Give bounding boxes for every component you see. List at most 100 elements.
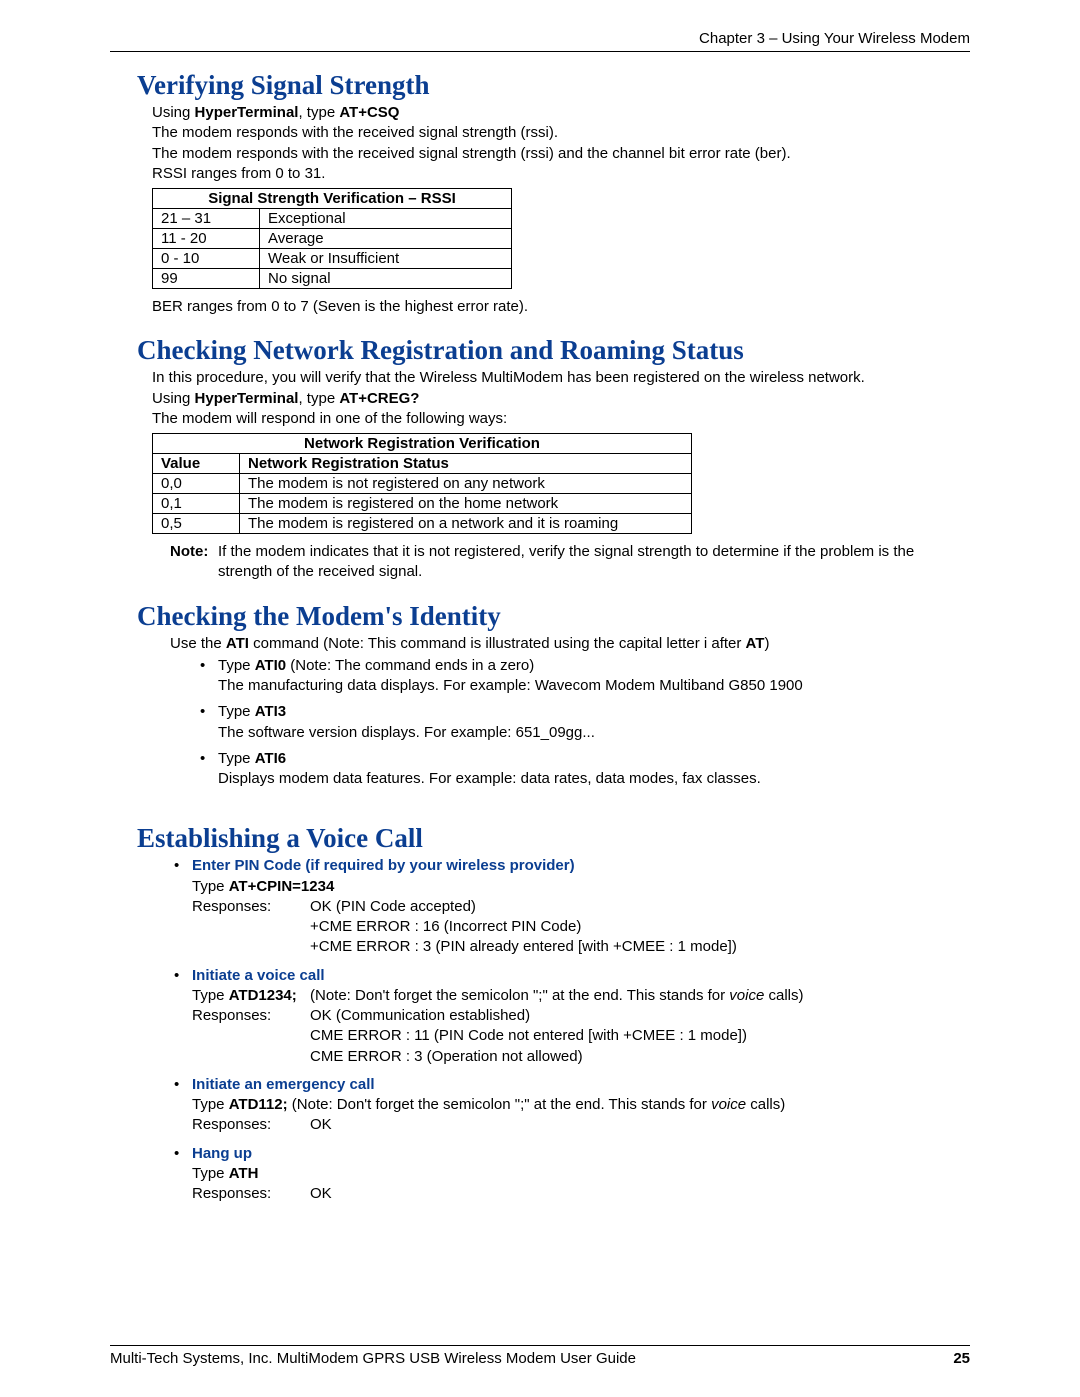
heading-network-reg: Checking Network Registration and Roamin… bbox=[137, 335, 970, 366]
cell: Weak or Insufficient bbox=[260, 249, 512, 269]
s1-p4: RSSI ranges from 0 to 31. bbox=[152, 164, 970, 184]
note-text: If the modem indicates that it is not re… bbox=[218, 542, 970, 583]
cmd: ATH bbox=[229, 1165, 259, 1182]
cmd: ATI0 bbox=[255, 657, 286, 674]
cell: No signal bbox=[260, 269, 512, 289]
resp-label: Responses: bbox=[192, 1184, 310, 1204]
cell: 0,5 bbox=[153, 514, 240, 534]
list-item-voice: Initiate a voice call Type ATD1234; (Not… bbox=[174, 966, 970, 1067]
text: (Note: The command ends in a zero) bbox=[286, 657, 534, 674]
cell: Exceptional bbox=[260, 209, 512, 229]
header-chapter: Chapter 3 – Using Your Wireless Modem bbox=[110, 30, 970, 47]
cmd: ATI3 bbox=[255, 703, 286, 720]
table-row: 0 - 10Weak or Insufficient bbox=[153, 249, 512, 269]
text: calls) bbox=[764, 987, 803, 1004]
text: calls) bbox=[746, 1096, 785, 1113]
desc: The software version displays. For examp… bbox=[218, 724, 595, 741]
heading-modem-identity: Checking the Modem's Identity bbox=[137, 601, 970, 632]
resp-line: OK (PIN Code accepted) bbox=[310, 897, 970, 917]
s2-p2c: , type bbox=[298, 390, 339, 407]
list-item-hangup: Hang up Type ATH Responses: OK bbox=[174, 1144, 970, 1205]
col-header: Network Registration Status bbox=[240, 454, 692, 474]
s2-note: Note: If the modem indicates that it is … bbox=[170, 542, 970, 583]
resp-line: OK (Communication established) bbox=[310, 1006, 970, 1026]
resp-values: OK (Communication established) CME ERROR… bbox=[310, 1006, 970, 1067]
desc: Displays modem data features. For exampl… bbox=[218, 770, 761, 787]
cell: 0,0 bbox=[153, 474, 240, 494]
col-header: Value bbox=[153, 454, 240, 474]
table-row: Value Network Registration Status bbox=[153, 454, 692, 474]
s2-paragraphs: In this procedure, you will verify that … bbox=[152, 368, 970, 429]
list-item-pin: Enter PIN Code (if required by your wire… bbox=[174, 856, 970, 957]
rssi-table: Signal Strength Verification – RSSI 21 –… bbox=[152, 188, 512, 289]
resp-line: +CME ERROR : 3 (PIN already entered [wit… bbox=[310, 937, 970, 957]
voice-sub-heading: Initiate a voice call bbox=[192, 967, 325, 984]
s2-p2d: AT+CREG? bbox=[339, 390, 419, 407]
s2-p2b: HyperTerminal bbox=[195, 390, 299, 407]
cell: 11 - 20 bbox=[153, 229, 260, 249]
voice-sub-heading: Hang up bbox=[192, 1145, 252, 1162]
resp-label: Responses: bbox=[192, 1115, 310, 1135]
resp-line: OK bbox=[310, 1115, 970, 1135]
s2-p3: The modem will respond in one of the fol… bbox=[152, 409, 970, 429]
footer-rule bbox=[110, 1345, 970, 1346]
cmd: ATI6 bbox=[255, 750, 286, 767]
heading-verify-signal: Verifying Signal Strength bbox=[137, 70, 970, 101]
list-item-emergency: Initiate an emergency call Type ATD112; … bbox=[174, 1075, 970, 1136]
text: (Note: Don't forget the semicolon ";" at… bbox=[310, 987, 729, 1004]
cell: 0,1 bbox=[153, 494, 240, 514]
voice-list: Enter PIN Code (if required by your wire… bbox=[174, 856, 970, 1204]
text: Type bbox=[192, 878, 229, 895]
s1-p1c: , type bbox=[298, 104, 339, 121]
netreg-table: Network Registration Verification Value … bbox=[152, 433, 692, 534]
cell: 99 bbox=[153, 269, 260, 289]
text: Type bbox=[218, 703, 255, 720]
resp-line: +CME ERROR : 16 (Incorrect PIN Code) bbox=[310, 917, 970, 937]
text: Type bbox=[192, 1165, 229, 1182]
resp-label: Responses: bbox=[192, 897, 310, 958]
text: AT bbox=[746, 635, 765, 652]
ati-list: Type ATI0 (Note: The command ends in a z… bbox=[200, 656, 970, 790]
s2-p2a: Using bbox=[152, 390, 195, 407]
list-item: Type ATI0 (Note: The command ends in a z… bbox=[200, 656, 970, 697]
resp-values: OK bbox=[310, 1184, 970, 1204]
cell: The modem is not registered on any netwo… bbox=[240, 474, 692, 494]
text: command (Note: This command is illustrat… bbox=[249, 635, 746, 652]
s1-p1d: AT+CSQ bbox=[339, 104, 399, 121]
header-rule bbox=[110, 51, 970, 52]
s1-p3: The modem responds with the received sig… bbox=[152, 144, 970, 164]
cmd: ATD1234; bbox=[229, 987, 297, 1004]
table-row: 0,1The modem is registered on the home n… bbox=[153, 494, 692, 514]
footer-left: Multi-Tech Systems, Inc. MultiModem GPRS… bbox=[110, 1350, 636, 1367]
text: (Note: Don't forget the semicolon ";" at… bbox=[288, 1096, 711, 1113]
table-row: 0,5The modem is registered on a network … bbox=[153, 514, 692, 534]
resp-values: OK bbox=[310, 1115, 970, 1135]
rssi-table-title: Signal Strength Verification – RSSI bbox=[153, 189, 512, 209]
netreg-table-title: Network Registration Verification bbox=[153, 434, 692, 454]
s1-p5: BER ranges from 0 to 7 (Seven is the hig… bbox=[152, 297, 970, 317]
text: Type bbox=[192, 1096, 229, 1113]
text: voice bbox=[711, 1096, 746, 1113]
s1-p1a: Using bbox=[152, 104, 195, 121]
s1-paragraphs: Using HyperTerminal, type AT+CSQ The mod… bbox=[152, 103, 970, 184]
table-row: 99No signal bbox=[153, 269, 512, 289]
voice-sub-heading: Initiate an emergency call bbox=[192, 1076, 375, 1093]
cell: The modem is registered on the home netw… bbox=[240, 494, 692, 514]
resp-line: CME ERROR : 11 (PIN Code not entered [wi… bbox=[310, 1026, 970, 1046]
cmd: ATD112; bbox=[229, 1096, 288, 1113]
voice-sub-heading: Enter PIN Code (if required by your wire… bbox=[192, 857, 575, 874]
desc: The manufacturing data displays. For exa… bbox=[218, 677, 803, 694]
text: ) bbox=[764, 635, 769, 652]
s2-p1: In this procedure, you will verify that … bbox=[152, 368, 970, 388]
table-row: 21 – 31Exceptional bbox=[153, 209, 512, 229]
table-row: 11 - 20Average bbox=[153, 229, 512, 249]
s3-intro: Use the ATI command (Note: This command … bbox=[170, 634, 970, 654]
resp-line: OK bbox=[310, 1184, 970, 1204]
text: voice bbox=[729, 987, 764, 1004]
text: Type bbox=[218, 750, 255, 767]
s1-p2: The modem responds with the received sig… bbox=[152, 123, 970, 143]
footer: Multi-Tech Systems, Inc. MultiModem GPRS… bbox=[110, 1341, 970, 1367]
cmd: AT+CPIN=1234 bbox=[229, 878, 335, 895]
list-item: Type ATI6 Displays modem data features. … bbox=[200, 749, 970, 790]
page: Chapter 3 – Using Your Wireless Modem Ve… bbox=[0, 0, 1080, 1397]
